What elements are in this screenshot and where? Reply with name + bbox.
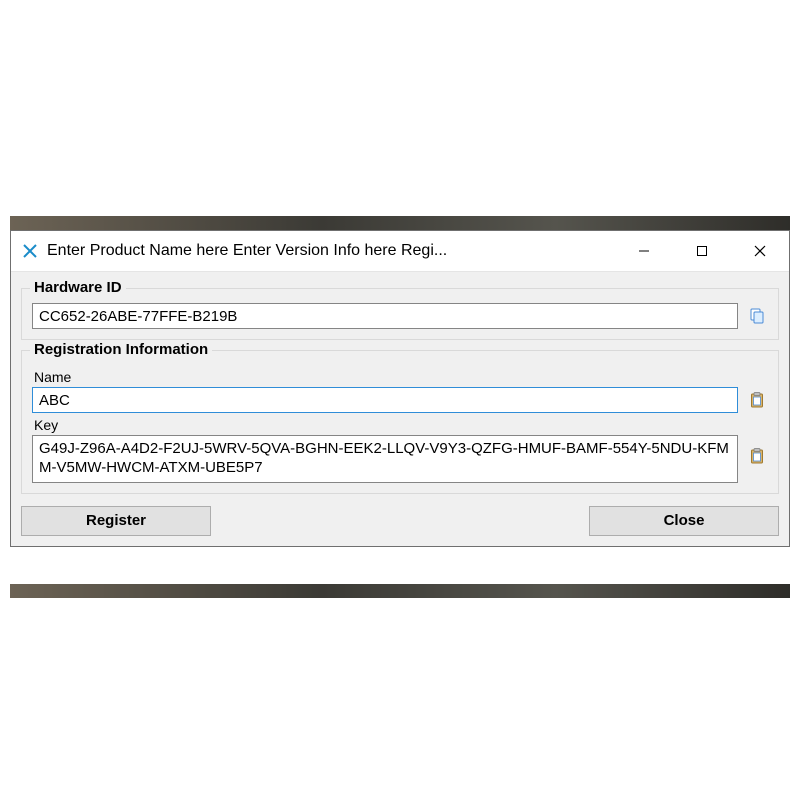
register-button[interactable]: Register: [21, 506, 211, 536]
paste-icon: [748, 447, 766, 465]
hardware-id-field[interactable]: [32, 303, 738, 329]
registration-dialog: Enter Product Name here Enter Version In…: [10, 230, 790, 547]
minimize-icon: [638, 245, 650, 257]
name-field[interactable]: [32, 387, 738, 413]
close-button[interactable]: Close: [589, 506, 779, 536]
key-label: Key: [34, 417, 768, 433]
copy-hardware-id-button[interactable]: [746, 305, 768, 327]
close-window-button[interactable]: [731, 231, 789, 271]
copy-icon: [748, 307, 766, 325]
paste-key-button[interactable]: [746, 445, 768, 467]
hardware-id-group-label: Hardware ID: [30, 279, 126, 296]
paste-name-button[interactable]: [746, 389, 768, 411]
name-label: Name: [34, 369, 768, 385]
dialog-body: Hardware ID Registration Information Nam…: [11, 272, 789, 546]
dialog-button-row: Register Close: [21, 506, 779, 536]
registration-info-group-label: Registration Information: [30, 341, 212, 358]
maximize-button[interactable]: [673, 231, 731, 271]
hardware-id-group: Hardware ID: [21, 288, 779, 340]
titlebar: Enter Product Name here Enter Version In…: [11, 231, 789, 272]
maximize-icon: [696, 245, 708, 257]
paste-icon: [748, 391, 766, 409]
window-controls: [615, 231, 789, 271]
close-icon: [754, 245, 766, 257]
minimize-button[interactable]: [615, 231, 673, 271]
registration-info-group: Registration Information Name Key: [21, 350, 779, 494]
window-title: Enter Product Name here Enter Version In…: [47, 242, 615, 260]
app-icon: [21, 242, 39, 260]
desktop-background: [10, 216, 790, 230]
desktop-background: [10, 584, 790, 598]
key-field[interactable]: [32, 435, 738, 483]
